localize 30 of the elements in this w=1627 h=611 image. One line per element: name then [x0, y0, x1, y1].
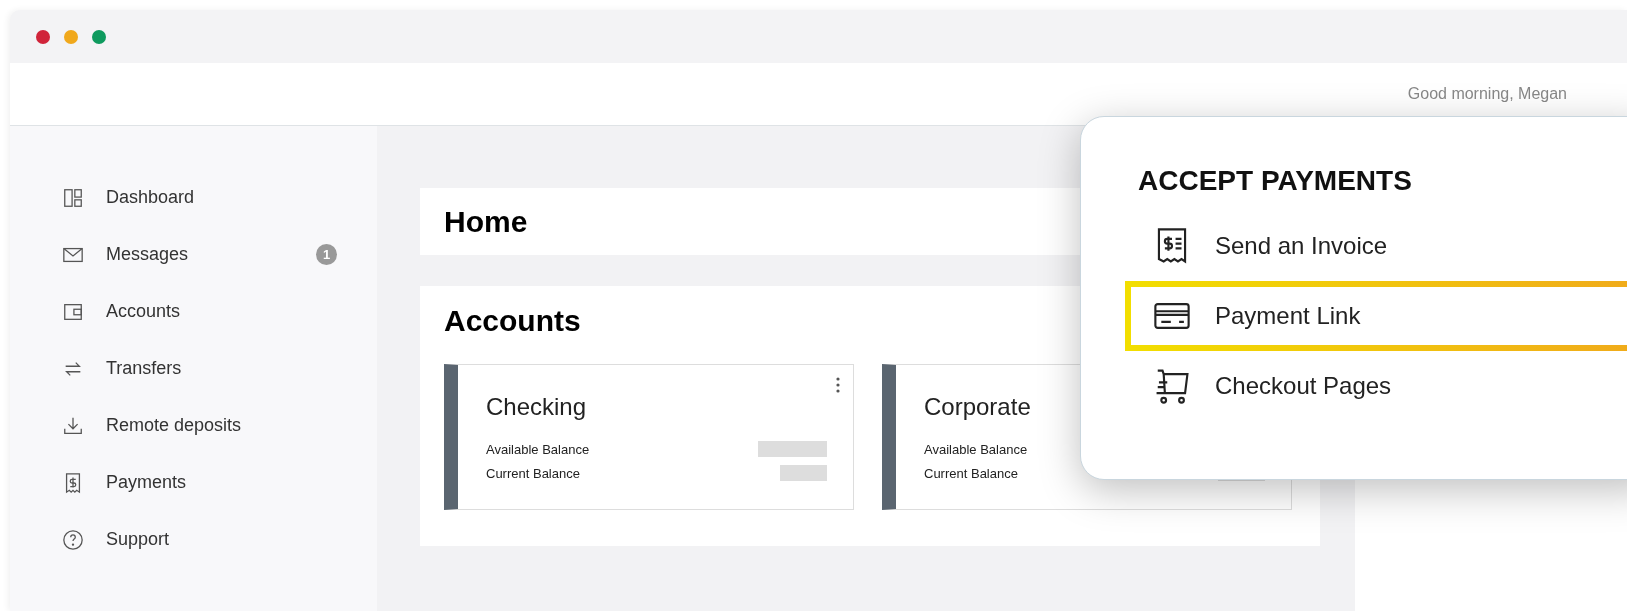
sidebar-item[interactable]: Support — [10, 511, 377, 568]
menu-item[interactable]: Payment Link — [1125, 281, 1627, 351]
help-icon — [62, 528, 84, 551]
more-options-icon[interactable] — [836, 377, 840, 393]
menu-item[interactable]: Checkout Pages — [1125, 351, 1627, 421]
dashboard-icon — [62, 186, 84, 209]
balance-label: Current Balance — [924, 465, 1018, 481]
sidebar-item[interactable]: Messages 1 — [10, 226, 377, 283]
window-control-dot[interactable] — [64, 29, 78, 44]
menu-item[interactable]: Send an Invoice — [1125, 211, 1627, 281]
balance-label: Current Balance — [486, 465, 580, 481]
popup-title: ACCEPT PAYMENTS — [1138, 165, 1413, 197]
account-name: Checking — [486, 393, 588, 421]
window-control-dot[interactable] — [92, 29, 106, 44]
balance-label: Available Balance — [486, 441, 590, 457]
sidebar-item[interactable]: Payments — [10, 454, 377, 511]
sidebar-item[interactable]: Accounts — [10, 283, 377, 340]
unread-count-badge: 1 — [316, 244, 337, 265]
greeting-text: Good morning, Megan — [1407, 85, 1567, 103]
balance-label: Available Balance — [924, 441, 1028, 457]
hidden-amount-block — [780, 465, 827, 481]
page-title: Home — [444, 204, 528, 239]
window-control-dot[interactable] — [36, 29, 50, 44]
sidebar-item[interactable]: Remote deposits — [10, 397, 377, 454]
account-name: Corporate — [924, 393, 1032, 421]
sidebar-item[interactable]: Transfers — [10, 340, 377, 397]
section-title: Accounts — [444, 304, 581, 337]
account-card[interactable]: Checking Available Balance Current Balance — [444, 364, 854, 510]
sidebar-item[interactable]: Dashboard — [10, 169, 377, 226]
hidden-amount-block — [758, 441, 827, 457]
